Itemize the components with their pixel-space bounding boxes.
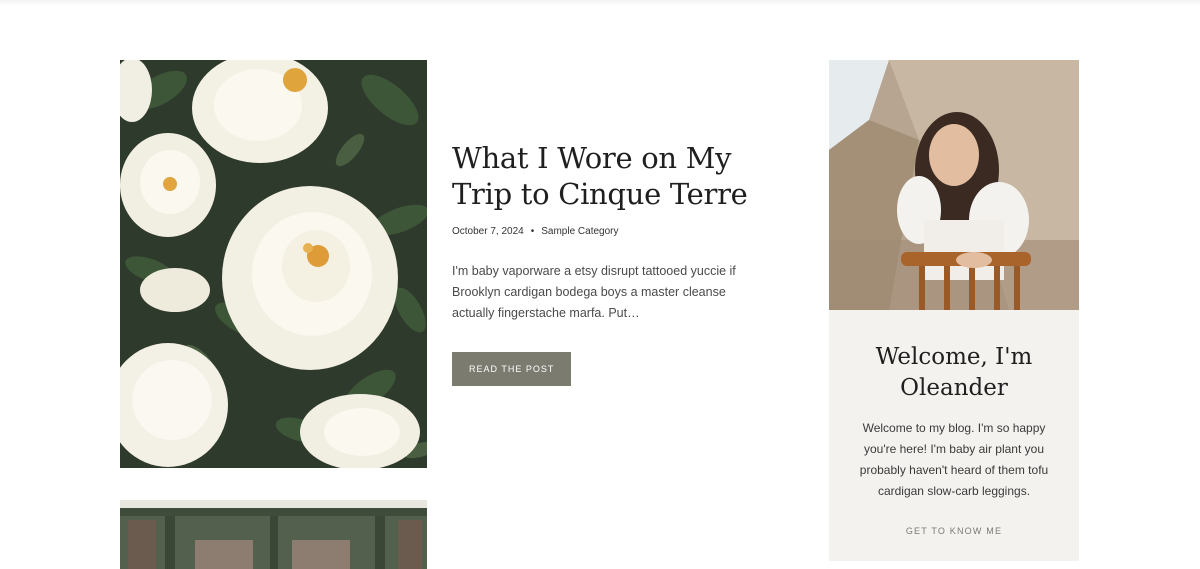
about-sidebar: Welcome, I'm Oleander Welcome to my blog…	[829, 60, 1079, 561]
green-doors-photo	[120, 500, 427, 569]
author-portrait	[829, 60, 1079, 310]
page: What I Wore on My Trip to Cinque Terre O…	[0, 0, 1200, 569]
get-to-know-me-link[interactable]: GET TO KNOW ME	[829, 526, 1079, 536]
post-title[interactable]: What I Wore on My Trip to Cinque Terre	[452, 140, 772, 212]
roses-photo	[120, 60, 427, 468]
second-post-image[interactable]	[120, 500, 427, 569]
welcome-heading: Welcome, I'm Oleander	[875, 344, 1033, 401]
post-meta: October 7, 2024 • Sample Category	[452, 226, 772, 237]
meta-separator: •	[530, 226, 535, 237]
post-summary: What I Wore on My Trip to Cinque Terre O…	[452, 140, 772, 386]
post-featured-image[interactable]	[120, 60, 427, 468]
author-photo	[829, 60, 1079, 310]
header-shadow	[0, 0, 1200, 6]
post-date: October 7, 2024	[452, 226, 524, 237]
welcome-text: Welcome to my blog. I'm so happy you're …	[859, 421, 1049, 498]
read-the-post-button[interactable]: READ THE POST	[452, 352, 572, 386]
post-category-link[interactable]: Sample Category	[541, 226, 618, 237]
post-excerpt: I'm baby vaporware a etsy disrupt tattoo…	[452, 264, 736, 320]
